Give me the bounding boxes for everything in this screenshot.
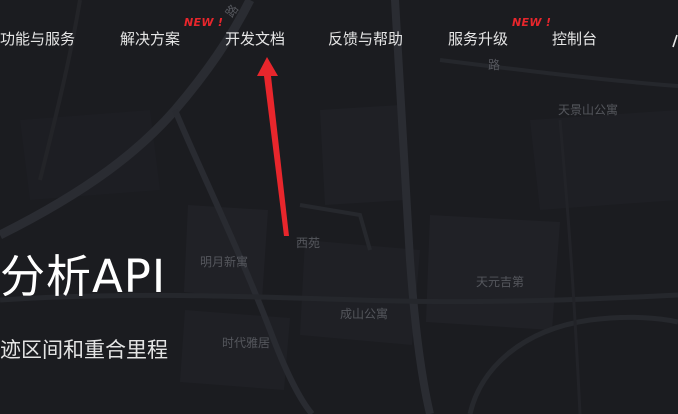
- map-label-xiyuan: 西苑: [296, 236, 321, 250]
- top-navigation: 功能与服务 解决方案 NEW ! 开发文档 反馈与帮助 服务升级 NEW ! 控…: [0, 0, 678, 78]
- nav-item-feedback[interactable]: 反馈与帮助: [328, 29, 403, 49]
- nav-overflow-icon[interactable]: [672, 30, 678, 48]
- nav-item-docs[interactable]: 开发文档: [225, 29, 285, 49]
- nav-item-solutions[interactable]: 解决方案: [120, 29, 180, 49]
- map-label-mingyue: 明月新寓: [200, 255, 249, 269]
- nav-item-upgrade[interactable]: 服务升级: [448, 29, 508, 49]
- nav-item-console[interactable]: 控制台: [552, 29, 597, 49]
- map-label-tianyuan: 天元吉第: [476, 275, 525, 289]
- nav-item-features[interactable]: 功能与服务: [0, 29, 75, 49]
- map-label-chengshan: 成山公寓: [340, 307, 389, 321]
- new-badge-upgrade: NEW !: [512, 16, 552, 29]
- map-label-shidai: 时代雅居: [222, 336, 271, 350]
- map-label-tianjingshan: 天景山公寓: [558, 103, 619, 117]
- hero-title: 分析API: [0, 250, 167, 303]
- hero-subtitle: 迹区间和重合里程: [0, 338, 168, 362]
- new-badge-solutions: NEW !: [184, 16, 224, 29]
